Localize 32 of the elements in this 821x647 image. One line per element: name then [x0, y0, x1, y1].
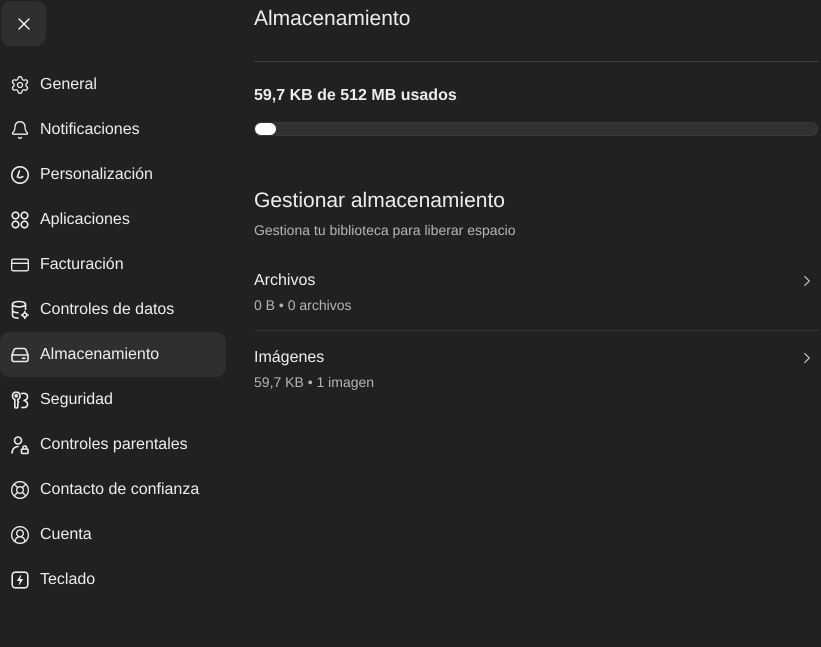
category-details: 0 B • 0 archivos	[254, 296, 352, 314]
user-circle-icon	[10, 524, 30, 544]
category-title: Imágenes	[254, 348, 324, 368]
database-gear-icon	[10, 300, 30, 320]
category-title: Archivos	[254, 271, 316, 291]
sidebar-item[interactable]: Personalización	[0, 152, 226, 197]
section-title: Gestionar almacenamiento	[254, 188, 505, 214]
page-title: Almacenamiento	[254, 6, 410, 32]
sidebar-item[interactable]: Cuenta	[0, 512, 226, 557]
close-button[interactable]	[1, 1, 46, 46]
section-subtitle: Gestiona tu biblioteca para liberar espacio	[254, 221, 516, 239]
sidebar-item[interactable]: Almacenamiento	[0, 332, 226, 377]
sidebar-item[interactable]: Notificaciones	[0, 107, 226, 152]
storage-usage-text: 59,7 KB de 512 MB usados	[254, 86, 457, 106]
sidebar-item[interactable]: Teclado	[0, 557, 226, 602]
sidebar-item[interactable]: Aplicaciones	[0, 197, 226, 242]
sidebar-item[interactable]: Contacto de confianza	[0, 467, 226, 512]
lifebuoy-icon	[10, 480, 30, 500]
four-circles-icon	[10, 210, 30, 230]
circle-squiggle-icon	[10, 164, 30, 184]
key-icon	[10, 390, 30, 410]
sidebar-item[interactable]: Controles parentales	[0, 422, 226, 467]
category-details: 59,7 KB • 1 imagen	[254, 373, 374, 391]
sidebar-item[interactable]: Seguridad	[0, 377, 226, 422]
sidebar-item[interactable]: General	[0, 62, 226, 107]
hard-drive-icon	[10, 344, 30, 364]
sidebar-item[interactable]: Facturación	[0, 242, 226, 287]
bell-icon	[10, 120, 30, 140]
user-lock-icon	[10, 434, 30, 454]
lightning-square-icon	[10, 570, 30, 590]
sidebar-item[interactable]: Controles de datos	[0, 287, 226, 332]
gear-icon	[10, 74, 30, 94]
